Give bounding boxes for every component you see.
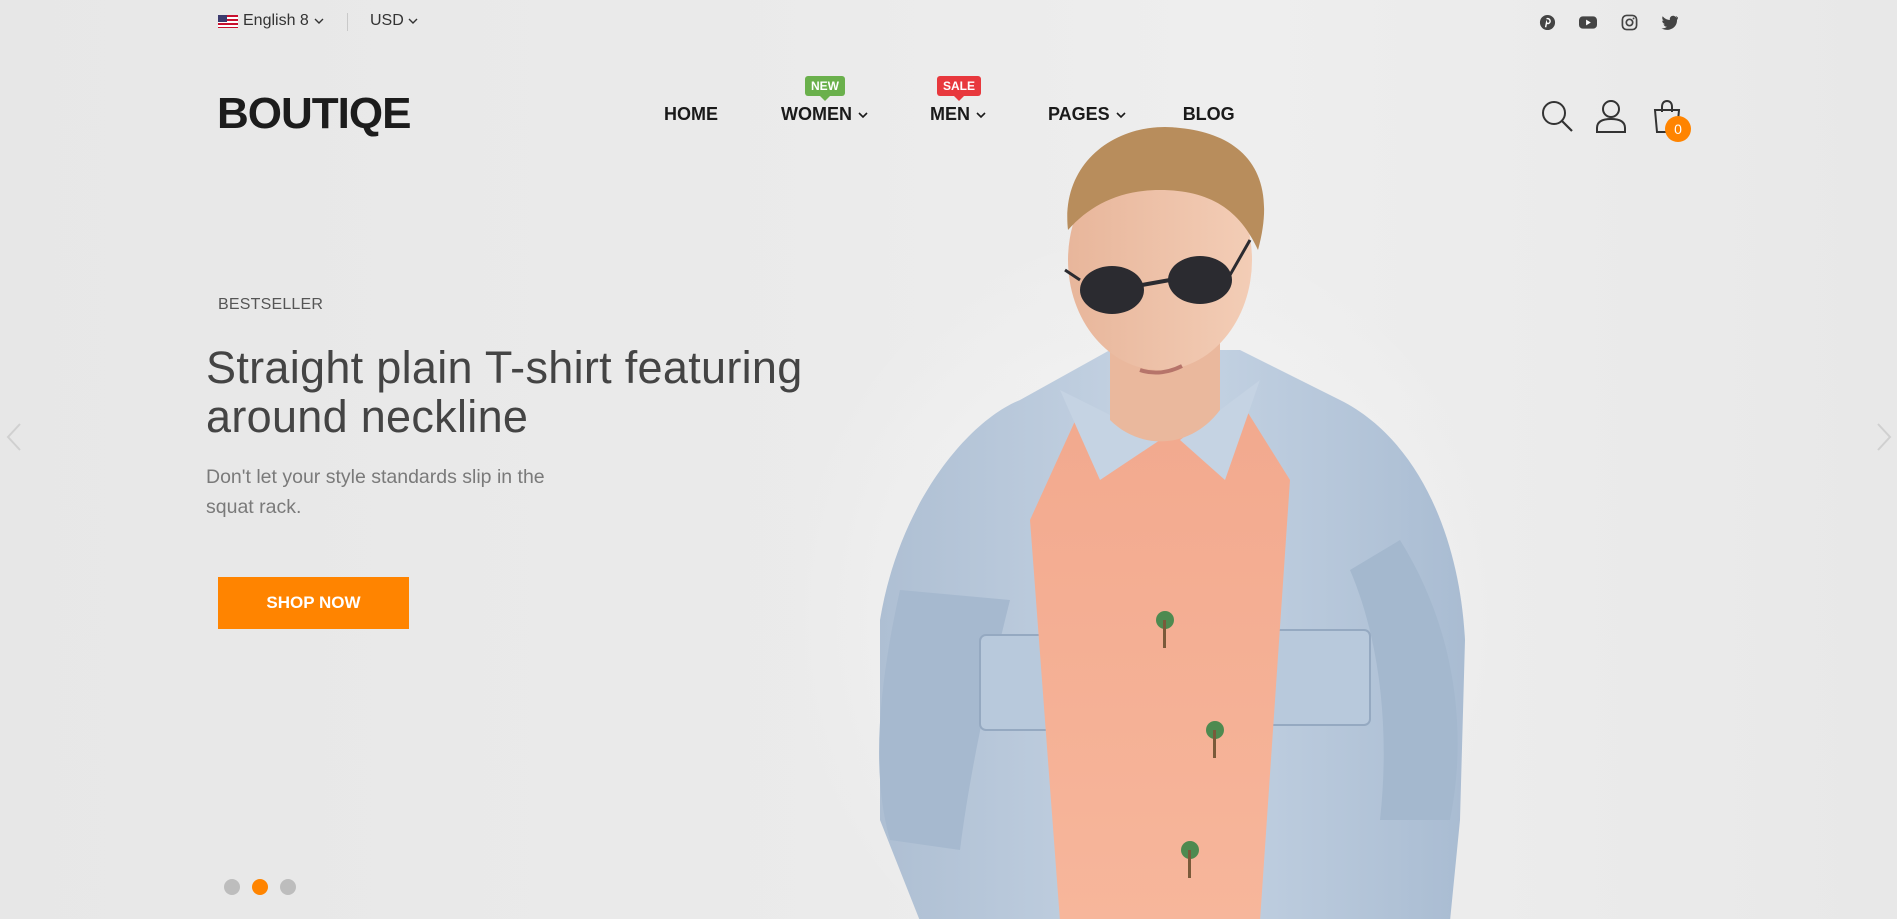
chevron-down-icon (1116, 111, 1126, 118)
chevron-down-icon (858, 111, 868, 118)
language-selector[interactable]: English 8 (218, 12, 324, 30)
twitter-icon[interactable] (1661, 13, 1679, 31)
chevron-down-icon (976, 111, 986, 118)
nav-women[interactable]: NEW WOMEN (781, 76, 868, 125)
search-icon[interactable] (1540, 99, 1574, 133)
youtube-icon[interactable] (1579, 13, 1597, 31)
currency-label: USD (370, 12, 404, 29)
site-logo[interactable]: BOUTIQE (217, 89, 411, 138)
hero-subtext: Don't let your style standards slip in t… (206, 466, 545, 518)
new-badge: NEW (805, 76, 845, 101)
top-bar: English 8 USD (0, 0, 1897, 46)
us-flag-icon (218, 14, 238, 28)
slider-dot-active[interactable] (252, 879, 268, 895)
nav-pages-label: PAGES (1048, 104, 1110, 124)
hero-model-image (879, 126, 1465, 921)
slider-dots (224, 879, 296, 895)
nav-men[interactable]: SALE MEN (930, 76, 986, 125)
chevron-left-icon[interactable] (4, 420, 24, 454)
hero-slider: English 8 USD BOUTIQE HOME NEW WOMEN SAL… (0, 0, 1897, 921)
user-icon[interactable] (1594, 99, 1628, 133)
instagram-icon[interactable] (1620, 13, 1638, 31)
hero-headline: Straight plain T-shirt featuring around … (206, 342, 803, 442)
nav-pages[interactable]: PAGES (1048, 104, 1126, 125)
sale-badge: SALE (937, 76, 982, 101)
nav-home[interactable]: HOME (664, 104, 718, 125)
slider-dot[interactable] (280, 879, 296, 895)
slider-dot[interactable] (224, 879, 240, 895)
shop-now-button[interactable]: SHOP NOW (218, 577, 409, 629)
hero-eyebrow: BESTSELLER (218, 296, 324, 313)
chevron-down-icon (314, 18, 324, 24)
nav-home-label: HOME (664, 104, 718, 124)
nav-blog[interactable]: BLOG (1183, 104, 1235, 125)
nav-women-label: WOMEN (781, 104, 852, 124)
currency-selector[interactable]: USD (370, 12, 418, 30)
cart-count-badge: 0 (1665, 116, 1691, 142)
main-nav: HOME NEW WOMEN SALE MEN PAGES BLOG (664, 76, 1235, 125)
chevron-right-icon[interactable] (1874, 420, 1894, 454)
topbar-divider (347, 13, 348, 31)
social-links (1538, 13, 1679, 31)
pinterest-icon[interactable] (1538, 13, 1556, 31)
language-label: English 8 (243, 12, 309, 29)
nav-blog-label: BLOG (1182, 104, 1235, 124)
nav-men-label: MEN (930, 104, 970, 124)
chevron-down-icon (408, 18, 418, 24)
